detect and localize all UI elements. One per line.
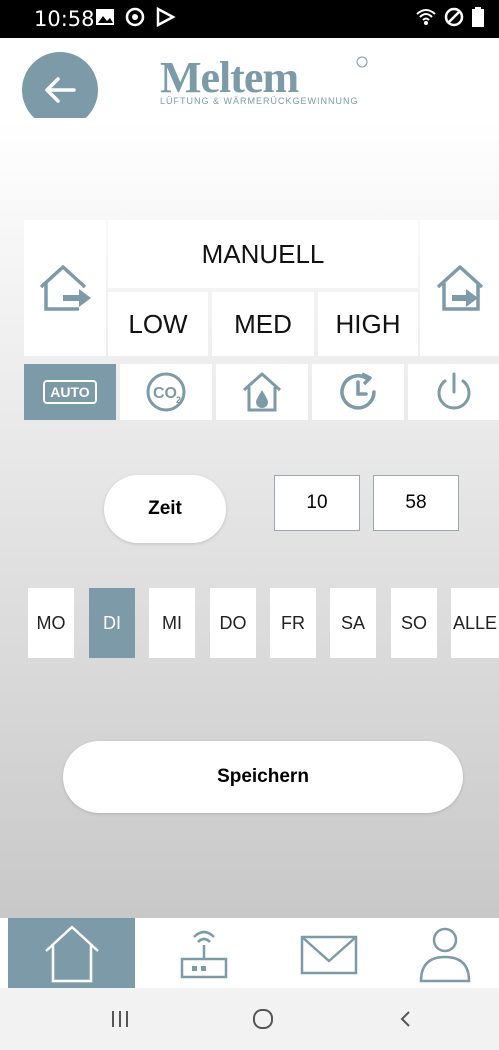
recent-apps-icon: [112, 1011, 128, 1027]
nav-profile[interactable]: [391, 918, 499, 988]
humidity-button[interactable]: [216, 364, 308, 420]
nav-messages[interactable]: [266, 918, 391, 988]
app-header: Meltem LÜFTUNG & WÄRMERÜCKGEWINNUNG: [0, 38, 499, 128]
svg-text:Meltem: Meltem: [160, 53, 298, 102]
day-di[interactable]: DI: [89, 588, 135, 658]
co2-button[interactable]: CO 2: [120, 364, 212, 420]
no-signal-icon: [444, 7, 464, 27]
power-icon: [437, 372, 471, 410]
battery-icon: [472, 7, 484, 27]
power-button[interactable]: [408, 364, 499, 420]
home-circle-icon: [253, 1009, 273, 1029]
mode-label-manuell[interactable]: MANUELL: [108, 220, 418, 288]
home-icon: [44, 925, 99, 983]
nav-devices[interactable]: [141, 918, 266, 988]
day-alle[interactable]: ALLE: [451, 588, 499, 658]
system-nav-bar: [0, 988, 499, 1050]
minute-field[interactable]: 58: [373, 475, 459, 531]
logo-subtitle: LÜFTUNG & WÄRMERÜCKGEWINNUNG: [160, 96, 359, 106]
mail-icon: [300, 935, 357, 975]
chevron-left-icon: [400, 1011, 410, 1027]
bottom-nav: [0, 918, 499, 988]
recent-apps-button[interactable]: [90, 1002, 150, 1036]
auto-button[interactable]: AUTO: [24, 364, 116, 420]
save-button[interactable]: Speichern: [63, 741, 463, 813]
zeit-button[interactable]: Zeit: [104, 475, 226, 543]
arrow-left-icon: [45, 77, 76, 103]
image-icon: [96, 9, 114, 25]
supply-mode-button[interactable]: [420, 220, 499, 356]
back-system-button[interactable]: [376, 1002, 436, 1036]
level-med-button[interactable]: MED: [212, 292, 314, 356]
status-time: 10:58: [34, 7, 95, 31]
house-humidity-icon: [243, 372, 281, 412]
house-supply-icon: [436, 265, 484, 311]
wifi-icon: [416, 9, 436, 25]
main-panel: MANUELL LOW MED HIGH AUTO CO 2 Zeit 10 5…: [0, 118, 499, 918]
home-system-button[interactable]: [233, 1002, 293, 1036]
nav-home[interactable]: [8, 918, 135, 988]
sync-icon: [125, 7, 145, 27]
level-low-button[interactable]: LOW: [108, 292, 208, 356]
co2-icon: CO 2: [146, 372, 186, 412]
auto-icon: AUTO: [43, 380, 97, 404]
svg-text:2: 2: [176, 395, 181, 405]
day-fr[interactable]: FR: [270, 588, 316, 658]
play-store-icon: [156, 6, 176, 28]
day-mo[interactable]: MO: [28, 588, 74, 658]
day-mi[interactable]: MI: [149, 588, 195, 658]
hour-field[interactable]: 10: [274, 475, 360, 531]
timer-button[interactable]: [312, 364, 404, 420]
router-icon: [180, 930, 227, 979]
svg-text:CO: CO: [153, 385, 177, 402]
day-so[interactable]: SO: [391, 588, 437, 658]
house-exhaust-icon: [39, 265, 91, 311]
level-high-button[interactable]: HIGH: [318, 292, 418, 356]
status-bar: 10:58: [0, 0, 499, 38]
clock-refresh-icon: [340, 372, 376, 410]
day-do[interactable]: DO: [210, 588, 256, 658]
user-icon: [419, 927, 471, 983]
day-sa[interactable]: SA: [330, 588, 376, 658]
exhaust-mode-button[interactable]: [24, 220, 106, 356]
back-button[interactable]: [22, 52, 98, 128]
